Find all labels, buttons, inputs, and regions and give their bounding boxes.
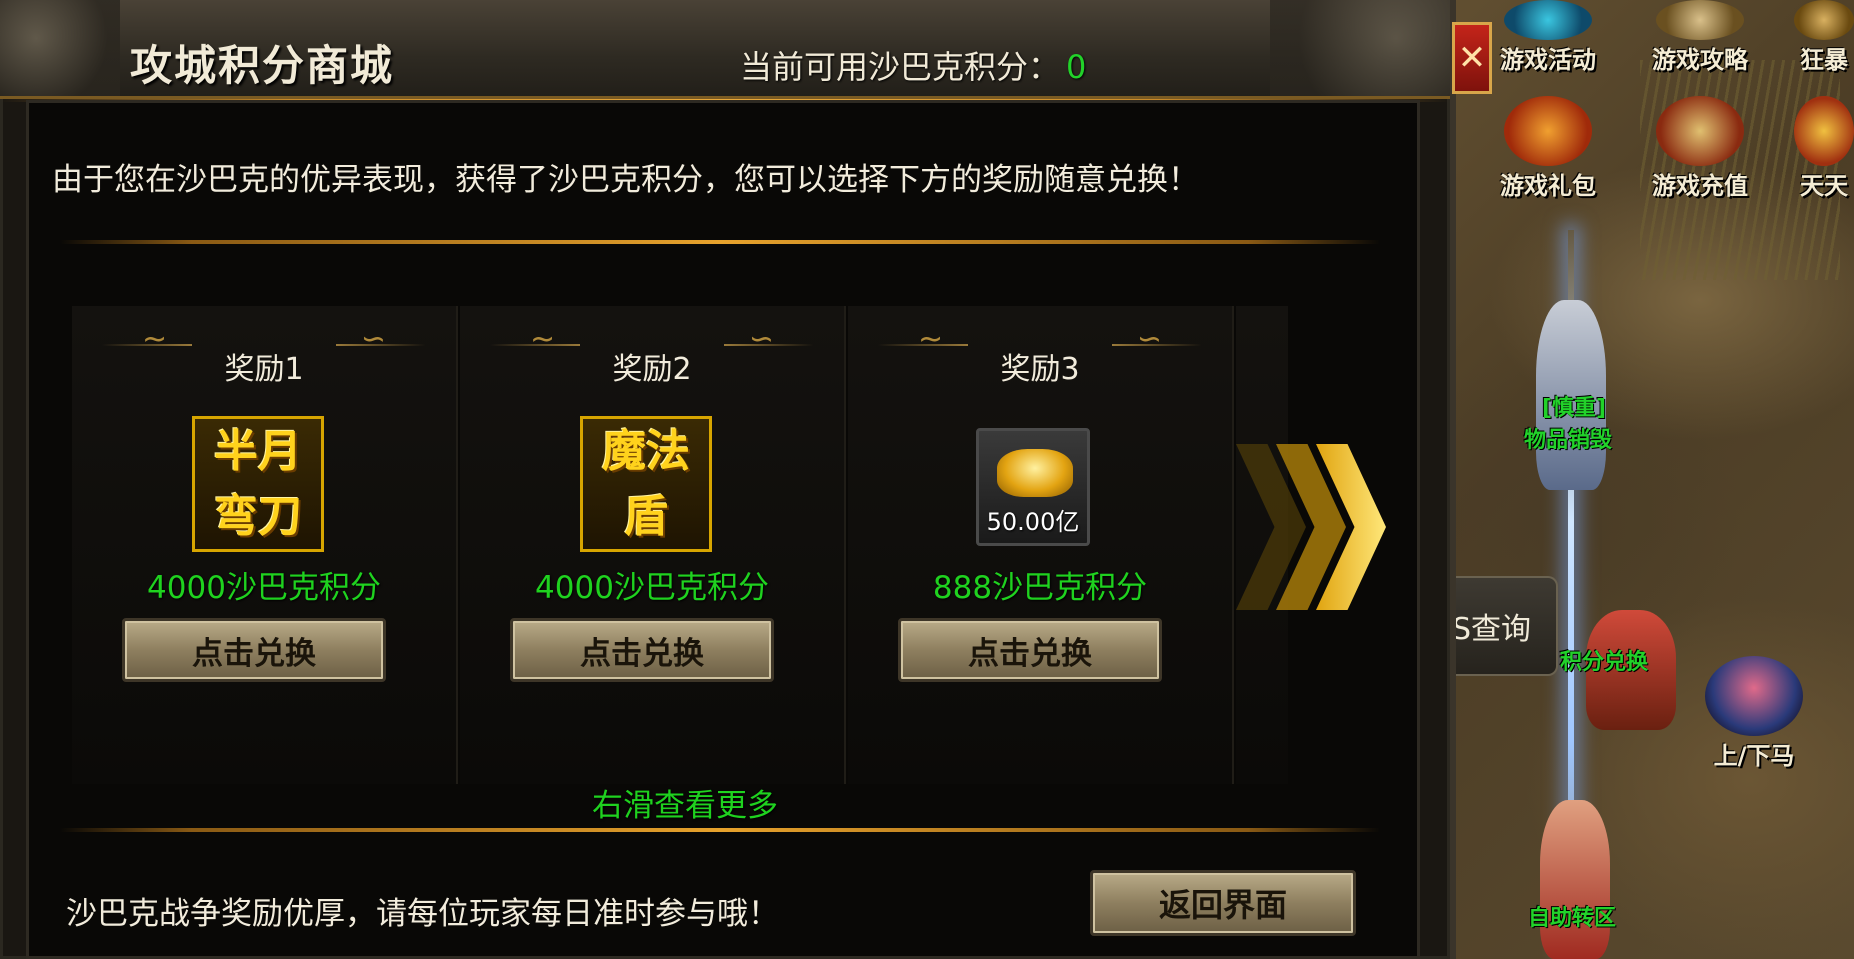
item-quantity: 50.00亿 — [986, 508, 1080, 536]
npc-destroy-label[interactable]: 物品销毁 — [1524, 422, 1612, 454]
daily-button[interactable]: 天天 — [1794, 96, 1854, 201]
game-activity-button[interactable]: 游戏活动 — [1488, 0, 1608, 75]
npc-auto-transfer-figure[interactable] — [1540, 800, 1610, 959]
dragon-ornament-left — [0, 0, 120, 96]
close-icon: ✕ — [1457, 38, 1487, 78]
redeem-button-2[interactable]: 点击兑换 — [510, 618, 774, 682]
game-guide-button[interactable]: 游戏攻略 — [1640, 0, 1760, 75]
boss-query-button[interactable]: S查询 — [1452, 576, 1558, 676]
reward-card-2: 奖励2 魔法 盾 4000沙巴克积分 点击兑换 — [460, 306, 846, 784]
gold-ingot-icon — [997, 449, 1073, 497]
divider-bottom — [60, 828, 1380, 832]
crescent-blade-item-icon[interactable]: 半月 弯刀 — [192, 416, 324, 552]
points-value: 0 — [1066, 48, 1087, 86]
game-recharge-button[interactable]: 游戏充值 — [1640, 96, 1760, 201]
points-display: 当前可用沙巴克积分： 0 — [740, 42, 1086, 88]
reward-cost: 4000沙巴克积分 — [535, 570, 769, 606]
mount-icon — [1705, 656, 1803, 736]
frenzy-icon — [1794, 0, 1854, 40]
scroll-hint: 右滑查看更多 — [592, 788, 778, 824]
npc-auto-transfer-label[interactable]: 自助转区 — [1528, 900, 1616, 932]
reward-cost: 888沙巴克积分 — [932, 570, 1148, 606]
magic-shield-item-icon[interactable]: 魔法 盾 — [580, 416, 712, 552]
gift-icon — [1504, 96, 1592, 166]
scroll-right-arrow[interactable] — [1236, 444, 1416, 610]
recharge-icon — [1656, 96, 1744, 166]
redeem-button-1[interactable]: 点击兑换 — [122, 618, 386, 682]
points-label: 当前可用沙巴克积分： — [740, 48, 1061, 86]
npc-points-exchange-label[interactable]: 积分兑换 — [1560, 644, 1648, 676]
footer-text: 沙巴克战争奖励优厚，请每位玩家每日准时参与哦！ — [66, 896, 779, 932]
reward-title: 奖励3 — [1000, 352, 1080, 387]
reward-title: 奖励1 — [224, 352, 304, 387]
redeem-button-3[interactable]: 点击兑换 — [898, 618, 1162, 682]
close-button[interactable]: ✕ — [1452, 22, 1492, 94]
panel-title: 攻城积分商城 — [130, 41, 395, 90]
dragon-ornament-right — [1270, 0, 1450, 96]
panel-header: 攻城积分商城 当前可用沙巴克积分： 0 — [0, 0, 1450, 102]
mount-button[interactable]: 上/下马 — [1694, 656, 1814, 771]
gold-ingot-item-slot[interactable]: 50.00亿 — [976, 428, 1090, 546]
reward-card-1: 奖励1 半月 弯刀 4000沙巴克积分 点击兑换 — [72, 306, 458, 784]
daily-icon — [1794, 96, 1854, 166]
game-gift-button[interactable]: 游戏礼包 — [1488, 96, 1608, 201]
reward-cost: 4000沙巴克积分 — [147, 570, 381, 606]
guide-icon — [1656, 0, 1744, 40]
reward-title: 奖励2 — [612, 352, 692, 387]
frenzy-button[interactable]: 狂暴 — [1794, 0, 1854, 75]
intro-text: 由于您在沙巴克的优异表现，获得了沙巴克积分，您可以选择下方的奖励随意兑换！ — [52, 162, 1199, 198]
npc-destroy-tag: [慎重] — [1542, 396, 1607, 421]
divider-top — [60, 240, 1380, 244]
activity-icon — [1504, 0, 1592, 40]
back-button[interactable]: 返回界面 — [1090, 870, 1356, 936]
reward-card-3: 奖励3 50.00亿 888沙巴克积分 点击兑换 — [848, 306, 1234, 784]
